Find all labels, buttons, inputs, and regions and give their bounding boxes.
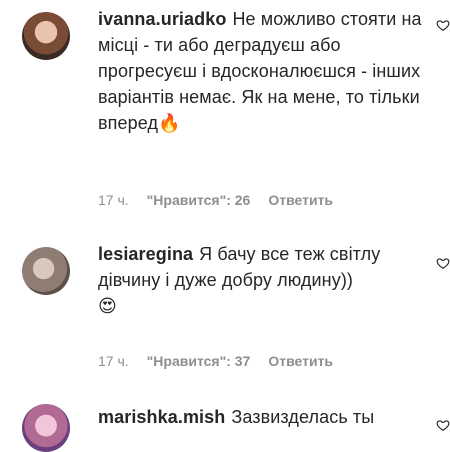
avatar[interactable] [22, 12, 70, 60]
likes-count[interactable]: "Нравится": 26 [147, 192, 251, 208]
reply-button[interactable]: Ответить [268, 353, 333, 369]
username[interactable]: marishka.mish [98, 407, 225, 427]
reply-button[interactable]: Ответить [268, 192, 333, 208]
heart-outline-icon[interactable] [436, 18, 450, 32]
username[interactable]: lesiaregina [98, 244, 193, 264]
comment-body: marishka.mish Зазвизделась ты [98, 404, 428, 430]
comment-body: ivanna.uriadko Не можливо стояти на місці… [98, 6, 428, 136]
username[interactable]: ivanna.uriadko [98, 9, 226, 29]
heart-eyes-emoji: 😍 [98, 296, 117, 316]
heart-outline-icon[interactable] [436, 256, 450, 270]
comment-meta: 17 ч. "Нравится": 26 Ответить [98, 192, 333, 208]
heart-outline-icon[interactable] [436, 418, 450, 432]
timestamp[interactable]: 17 ч. [98, 353, 129, 369]
avatar[interactable] [22, 404, 70, 452]
likes-count[interactable]: "Нравится": 37 [147, 353, 251, 369]
comment-meta: 17 ч. "Нравится": 37 Ответить [98, 353, 333, 369]
timestamp[interactable]: 17 ч. [98, 192, 129, 208]
avatar[interactable] [22, 247, 70, 295]
comment-body: lesiaregina Я бачу все теж світлу дівчину… [98, 241, 428, 319]
comment-text: Зазвизделась ты [231, 407, 375, 427]
fire-emoji: 🔥 [158, 113, 181, 133]
